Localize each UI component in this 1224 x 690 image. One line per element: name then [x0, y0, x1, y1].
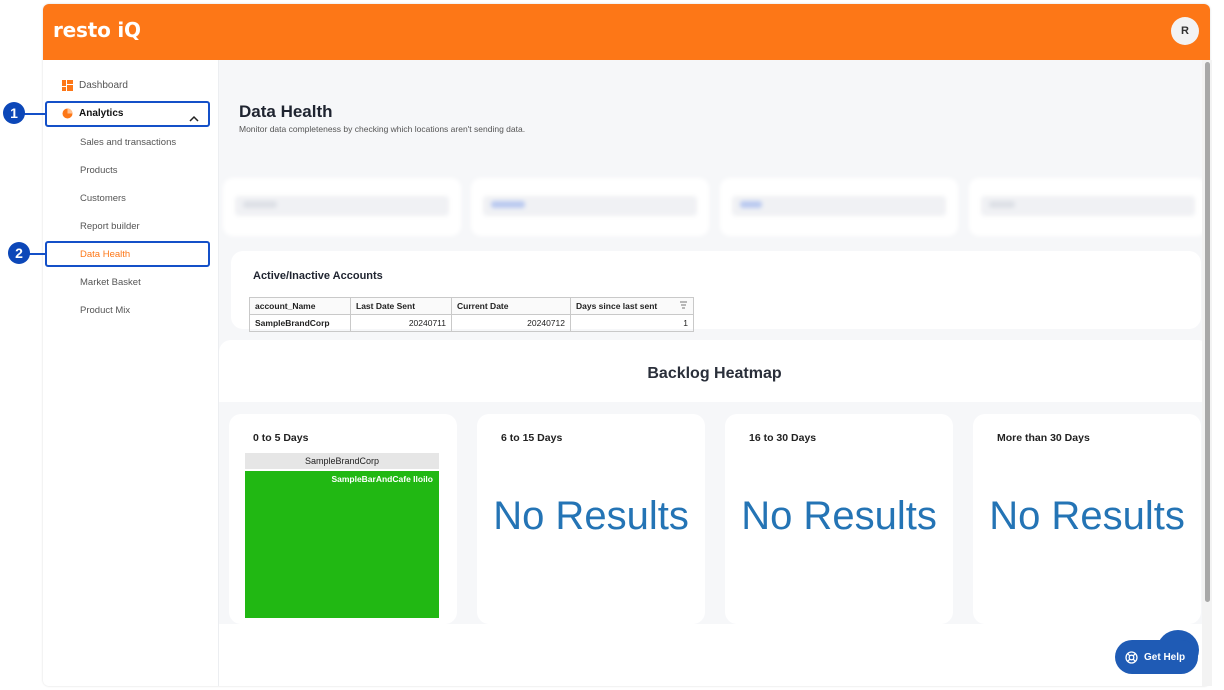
badge-connector	[24, 113, 46, 115]
get-help-button[interactable]: Get Help	[1115, 640, 1198, 674]
highlight-box-analytics	[45, 101, 210, 127]
scrollbar-thumb[interactable]	[1205, 62, 1210, 602]
page-title: Data Health	[239, 102, 333, 121]
step-badge-1: 1	[3, 102, 25, 124]
bucket-card: More than 30 Days No Results	[973, 414, 1201, 624]
page-subtitle: Monitor data completeness by checking wh…	[239, 124, 526, 134]
column-header[interactable]: Last Date Sent	[350, 297, 452, 315]
sort-icon[interactable]	[679, 301, 688, 311]
no-results-text: No Results	[989, 494, 1185, 538]
table-cell: 20240711	[350, 314, 452, 332]
help-icon	[1125, 650, 1138, 664]
bucket-label: 6 to 15 Days	[501, 432, 563, 444]
filter-card[interactable]	[969, 178, 1207, 236]
bucket-card: 16 to 30 Days No Results	[725, 414, 953, 624]
no-results-text: No Results	[741, 494, 937, 538]
heatmap-title: Backlog Heatmap	[647, 365, 782, 382]
sidebar-item-products[interactable]: Products	[80, 165, 118, 176]
bottom-panel	[219, 624, 1210, 686]
app-window: resto iQ R Dashboard Analytics Sales and…	[43, 4, 1210, 686]
table-row: SampleBrandCorp 20240711 20240712 1	[249, 314, 694, 332]
filter-card[interactable]	[471, 178, 709, 236]
filter-card[interactable]	[720, 178, 958, 236]
top-bar: resto iQ R	[43, 4, 1210, 60]
step-badge-2: 2	[8, 242, 30, 264]
treemap-header[interactable]: SampleBrandCorp	[245, 453, 439, 469]
filter-card[interactable]	[223, 178, 461, 236]
logo: resto iQ	[53, 18, 141, 42]
sidebar-item-customers[interactable]: Customers	[80, 193, 126, 204]
column-header[interactable]: Current Date	[451, 297, 571, 315]
bucket-label: 16 to 30 Days	[749, 432, 817, 444]
sidebar-item-label: Dashboard	[79, 80, 128, 91]
bucket-label: 0 to 5 Days	[253, 432, 309, 444]
table-cell: 20240712	[451, 314, 571, 332]
table-header-row: account_Name Last Date Sent Current Date…	[249, 297, 694, 315]
table-cell: SampleBrandCorp	[249, 314, 351, 332]
accounts-table: account_Name Last Date Sent Current Date…	[249, 297, 694, 332]
get-help-label: Get Help	[1144, 651, 1186, 663]
sidebar-item-market-basket[interactable]: Market Basket	[80, 277, 141, 288]
treemap-cell[interactable]: SampleBarAndCafe Iloilo	[245, 471, 439, 618]
sidebar-item-report-builder[interactable]: Report builder	[80, 221, 140, 232]
sidebar-item-dashboard[interactable]: Dashboard	[62, 80, 128, 91]
table-cell: 1	[570, 314, 694, 332]
dashboard-icon	[62, 80, 73, 91]
sidebar: Dashboard Analytics Sales and transactio…	[43, 60, 219, 686]
bucket-card: 6 to 15 Days No Results	[477, 414, 705, 624]
highlight-box-data-health	[45, 241, 210, 267]
accounts-title: Active/Inactive Accounts	[253, 270, 383, 282]
sidebar-item-sales[interactable]: Sales and transactions	[80, 137, 176, 148]
bucket-label: More than 30 Days	[997, 432, 1090, 444]
no-results-text: No Results	[493, 494, 689, 538]
column-header[interactable]: Days since last sent	[570, 297, 694, 315]
column-header[interactable]: account_Name	[249, 297, 351, 315]
treemap-cell-label: SampleBarAndCafe Iloilo	[331, 474, 433, 484]
avatar[interactable]: R	[1171, 17, 1199, 45]
main-content: Data Health Monitor data completeness by…	[219, 60, 1210, 686]
bucket-card: 0 to 5 Days SampleBrandCorp SampleBarAnd…	[229, 414, 457, 624]
sidebar-item-product-mix[interactable]: Product Mix	[80, 305, 130, 316]
